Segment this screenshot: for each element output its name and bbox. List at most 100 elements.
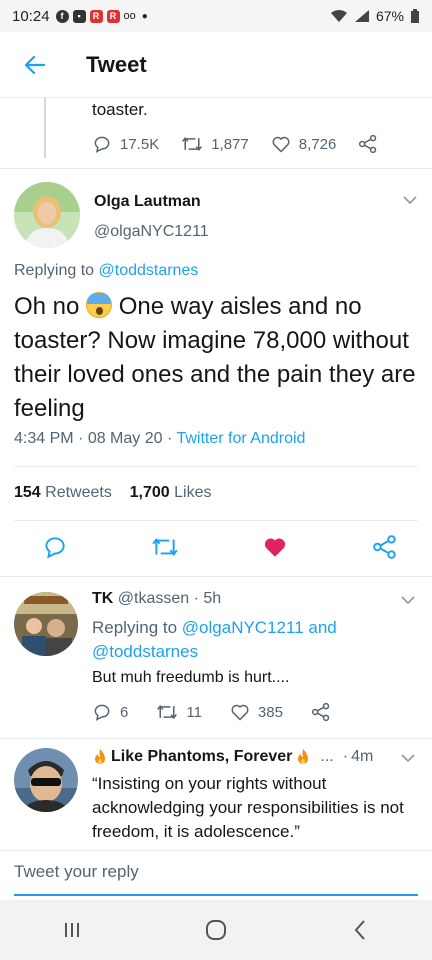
retweet-button[interactable] [151, 535, 179, 559]
avatar-image [14, 748, 78, 812]
reply-header: Like Phantoms, Forever ... · 4m [92, 748, 373, 766]
share-button[interactable] [372, 534, 398, 560]
battery-icon [411, 8, 419, 23]
signal-icon [354, 10, 369, 22]
share-button[interactable] [311, 702, 331, 722]
arrow-left-icon [24, 55, 46, 74]
chevron-down-icon[interactable] [402, 194, 418, 206]
divider [0, 576, 432, 577]
facebook-icon: f [55, 9, 69, 23]
share-icon [311, 702, 330, 722]
voicemail-icon: oo [123, 10, 136, 22]
tweet-reply-input[interactable]: Tweet your reply [14, 862, 418, 896]
retweet-icon [182, 137, 203, 151]
author-handle[interactable]: @tkassen [118, 590, 189, 607]
author-name[interactable]: Olga Lautman [94, 193, 201, 211]
author-handle[interactable]: @olgaNYC1211 [94, 223, 209, 241]
reply-icon [45, 537, 65, 559]
author-name[interactable]: TK [92, 590, 113, 607]
retweet-button[interactable]: 11 [156, 702, 202, 722]
replying-to: Replying to @olgaNYC1211 and @toddstarne… [92, 618, 337, 661]
fire-icon [298, 749, 309, 764]
share-icon [373, 535, 396, 559]
reply-time: 5h [203, 590, 222, 607]
top-app-bar: Tweet [0, 32, 432, 98]
app-icon: ▪ [72, 9, 86, 23]
chevron-down-icon[interactable] [400, 752, 416, 764]
divider [0, 850, 432, 851]
status-bar: 10:24 f ▪ R R oo ● 67% [0, 0, 432, 32]
wifi-icon [330, 9, 347, 22]
reply-placeholder: Tweet your reply [14, 862, 139, 881]
reply-count: 17.5K [120, 135, 160, 153]
retweets-stat[interactable]: 154 Retweets [14, 484, 112, 501]
page-title: Tweet [86, 51, 147, 77]
heart-icon [272, 136, 290, 153]
reddit-icon: R [106, 9, 120, 23]
tweet-meta: 4:34 PM · 08 May 20 · Twitter for Androi… [14, 430, 306, 447]
reply-button[interactable]: 6 [92, 702, 128, 722]
heart-icon [231, 704, 249, 721]
reply-count: 6 [120, 703, 129, 721]
tweet-client[interactable]: Twitter for Android [176, 430, 305, 447]
mention-link[interactable]: @toddstarnes [92, 642, 198, 661]
fire-icon [95, 749, 105, 764]
divider [0, 168, 432, 169]
dot-icon: ● [141, 10, 148, 22]
back-nav-button[interactable] [330, 910, 390, 950]
main-tweet-actions [42, 534, 398, 560]
reddit-icon: R [89, 9, 103, 23]
chevron-down-icon[interactable] [400, 594, 416, 606]
divider [0, 738, 432, 739]
retweet-icon [157, 705, 178, 719]
reply-time: 4m [351, 748, 374, 765]
retweet-count: 11 [186, 703, 202, 721]
system-nav-bar [0, 900, 432, 960]
avatar-image [14, 182, 80, 248]
tweet-text: Oh no One way aisles and no toaster? Now… [14, 292, 416, 422]
like-button[interactable] [261, 534, 289, 560]
avatar[interactable] [14, 182, 80, 248]
mention-link[interactable]: @toddstarnes [99, 262, 199, 279]
reply-button[interactable] [42, 534, 68, 560]
avatar[interactable] [14, 748, 78, 812]
author-name[interactable]: Like Phantoms, Forever [111, 748, 292, 766]
retweet-button[interactable]: 1,877 [181, 134, 249, 154]
chevron-left-icon [354, 920, 365, 940]
divider [14, 466, 418, 467]
reply-icon [94, 136, 110, 153]
thread-connector [44, 98, 46, 158]
like-count: 8,726 [298, 135, 337, 153]
like-button[interactable]: 8,726 [271, 134, 337, 154]
divider [14, 520, 418, 521]
home-button[interactable] [186, 910, 246, 950]
retweet-count: 1,877 [211, 135, 249, 153]
status-time: 10:24 [12, 7, 50, 25]
likes-stat[interactable]: 1,700 Likes [130, 484, 212, 501]
reply-text: “Insisting on your rights without acknow… [92, 774, 404, 841]
avatar[interactable] [14, 592, 78, 656]
tweet-stats: 154 Retweets 1,700 Likes [14, 484, 212, 502]
fearful-face-emoji-icon [86, 292, 113, 318]
reply-text: But muh freedumb is hurt.... [92, 669, 290, 686]
avatar-image [14, 592, 78, 656]
reply-button[interactable]: 17.5K [92, 134, 159, 154]
like-button[interactable]: 385 [230, 702, 283, 722]
reply-icon [94, 704, 110, 721]
battery-percent: 67% [375, 8, 404, 24]
truncated-handle: ... [320, 748, 334, 765]
back-button[interactable] [0, 53, 70, 77]
home-icon [206, 920, 226, 940]
reply-header: TK @tkassen · 5h [92, 590, 222, 607]
recent-apps-button[interactable] [42, 910, 102, 950]
heart-filled-icon [265, 538, 286, 557]
tweet-date: 08 May 20 [87, 430, 163, 447]
previous-tweet-actions: 17.5K 1,877 8,726 [92, 134, 378, 154]
reply-actions: 6 11 385 [92, 702, 331, 722]
replying-to: Replying to @toddstarnes [14, 262, 199, 279]
share-button[interactable] [358, 134, 378, 154]
share-icon [359, 134, 377, 154]
tweet-time: 4:34 PM [14, 430, 74, 447]
retweet-icon [152, 538, 178, 556]
mention-link[interactable]: @olgaNYC1211 [182, 618, 304, 637]
